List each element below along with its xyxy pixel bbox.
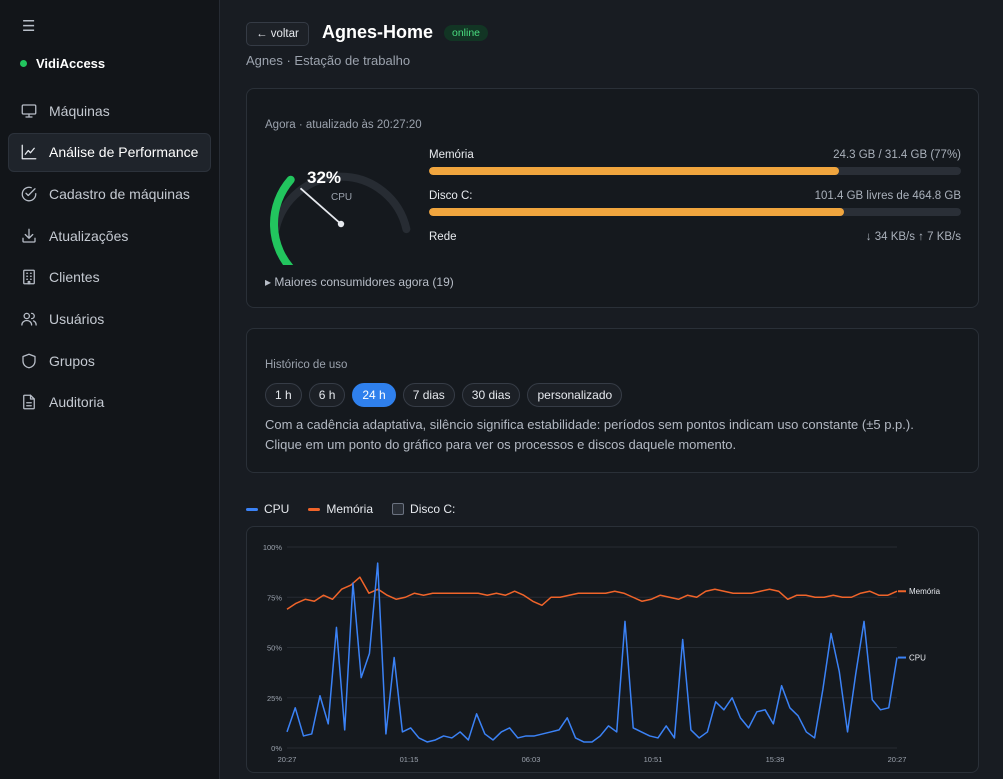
sidebar-item-label: Clientes	[49, 269, 100, 286]
legend-disk[interactable]: Disco C:	[392, 502, 455, 516]
series-end-label: CPU	[909, 654, 926, 663]
chart-line-icon	[21, 144, 37, 160]
series-end-label: Memória	[909, 587, 941, 596]
disk-checkbox[interactable]	[392, 503, 405, 515]
brand-name: VidiAccess	[36, 56, 106, 71]
cpu-value: 32%	[307, 168, 342, 187]
online-dot-icon	[20, 60, 27, 67]
sidebar-item-label: Auditoria	[49, 394, 105, 411]
history-description: Com a cadência adaptativa, silêncio sign…	[265, 415, 965, 455]
page-title: Agnes-Home	[322, 22, 434, 42]
sidebar-item-label: Cadastro de máquinas	[49, 185, 190, 202]
cpu-gauge-svg	[270, 172, 411, 276]
menu-icon[interactable]: ☰	[22, 19, 35, 34]
sidebar-nav: Máquinas Análise de Performance Cadastro…	[8, 91, 211, 425]
sidebar: ☰ VidiAccess Máquinas Análise de Perform…	[0, 0, 220, 779]
sidebar-item-auditoria[interactable]: Auditoria	[8, 383, 211, 422]
cpu-swatch	[246, 507, 258, 511]
legend-cpu[interactable]: CPU	[246, 502, 289, 516]
disk-bar-fill	[429, 208, 844, 216]
x-tick-label: 06:03	[522, 755, 541, 764]
memory-swatch	[308, 507, 321, 511]
download-icon	[22, 228, 36, 243]
sidebar-item-cadastro-maquinas[interactable]: Cadastro de máquinas	[8, 174, 211, 213]
back-button[interactable]: ← voltar	[246, 22, 309, 46]
range-24h-button[interactable]: 24 h	[352, 383, 396, 407]
history-description-line-2: Clique em um ponto do gráfico para ver o…	[265, 437, 737, 452]
y-tick-label: 100%	[263, 543, 283, 552]
cpu-caption: CPU	[331, 192, 353, 203]
usage-chart[interactable]: 100% 75% 50% 25% 0% 20:27 01:15 06:03 10:51 15:39…	[247, 527, 979, 773]
memory-value: 24.3 GB / 31.4 GB (77%)	[833, 149, 961, 161]
sidebar-item-clientes[interactable]: Clientes	[8, 258, 211, 297]
history-card: Histórico de uso 1 h 6 h 24 h 7 dias 30 …	[246, 328, 979, 473]
memory-metric: Memória 24.3 GB / 31.4 GB (77%)	[429, 149, 961, 175]
memory-label: Memória	[429, 149, 474, 161]
users-icon	[21, 312, 37, 326]
legend-disk-label: Disco C:	[410, 502, 456, 516]
sidebar-item-atualizacoes[interactable]: Atualizações	[8, 216, 211, 255]
sidebar-item-grupos[interactable]: Grupos	[8, 341, 211, 380]
check-circle-icon	[21, 186, 37, 202]
range-1h-button[interactable]: 1 h	[265, 383, 302, 407]
building-icon	[23, 269, 35, 285]
y-tick-label: 50%	[267, 644, 282, 653]
sidebar-item-usuarios[interactable]: Usuários	[8, 299, 211, 338]
y-tick-label: 25%	[267, 694, 282, 703]
sidebar-item-label: Análise de Performance	[49, 144, 199, 161]
network-label: Rede	[429, 231, 457, 243]
gauge-fill	[270, 175, 298, 276]
shield-icon	[22, 353, 36, 369]
x-tick-label: 10:51	[644, 755, 663, 764]
cpu-series-line	[286, 562, 898, 743]
history-description-line-1: Com a cadência adaptativa, silêncio sign…	[265, 417, 914, 432]
brand: VidiAccess	[20, 56, 105, 71]
y-tick-label: 75%	[267, 593, 282, 602]
range-selector: 1 h 6 h 24 h 7 dias 30 dias personalizad…	[265, 383, 623, 407]
cpu-gauge	[267, 145, 415, 276]
range-30d-button[interactable]: 30 dias	[461, 383, 521, 407]
disk-label: Disco C:	[429, 190, 473, 202]
memory-bar	[429, 167, 961, 175]
legend-memory[interactable]: Memória	[308, 502, 373, 516]
sidebar-item-label: Atualizações	[49, 227, 129, 244]
y-tick-label: 0%	[271, 744, 282, 753]
sidebar-item-maquinas[interactable]: Máquinas	[8, 91, 211, 130]
gauge-needle-hub	[337, 220, 345, 228]
sidebar-item-label: Usuários	[49, 310, 105, 327]
x-tick-label: 20:27	[888, 755, 907, 764]
x-tick-label: 15:39	[766, 755, 785, 764]
sidebar-item-label: Máquinas	[49, 102, 110, 119]
chart-legend: CPU Memória Disco C:	[246, 502, 474, 516]
disk-bar	[429, 208, 961, 216]
updated-label: Agora · atualizado às 20:27:20	[265, 119, 422, 131]
current-usage-card: Agora · atualizado às 20:27:20 32% CPU M…	[246, 88, 979, 308]
usage-chart-card: 100% 75% 50% 25% 0% 20:27 01:15 06:03 10:51 15:39…	[246, 526, 979, 773]
legend-cpu-label: CPU	[264, 502, 290, 516]
network-metric: Rede ↓ 34 KB/s ↑ 7 KB/s	[429, 231, 961, 243]
history-label: Histórico de uso	[265, 359, 348, 371]
disk-metric: Disco C: 101.4 GB livres de 464.8 GB	[429, 190, 961, 216]
monitor-icon	[21, 103, 37, 118]
memory-bar-fill	[429, 167, 839, 175]
page-subtitle: Agnes · Estação de trabalho	[246, 53, 411, 68]
x-tick-label: 01:15	[400, 755, 419, 764]
sidebar-item-analise-performance[interactable]: Análise de Performance	[8, 132, 211, 172]
network-value: ↓ 34 KB/s ↑ 7 KB/s	[865, 231, 961, 243]
top-consumers-toggle[interactable]: ▸ Maiores consumidores agora (19)	[265, 275, 454, 289]
range-6h-button[interactable]: 6 h	[308, 383, 346, 407]
range-custom-button[interactable]: personalizado	[527, 383, 623, 407]
status-badge: online	[444, 25, 489, 41]
x-tick-label: 20:27	[278, 755, 297, 764]
range-7d-button[interactable]: 7 dias	[402, 383, 455, 407]
legend-memory-label: Memória	[326, 502, 374, 516]
disk-value: 101.4 GB livres de 464.8 GB	[814, 190, 961, 202]
document-icon	[23, 394, 35, 410]
sidebar-item-label: Grupos	[49, 352, 95, 369]
